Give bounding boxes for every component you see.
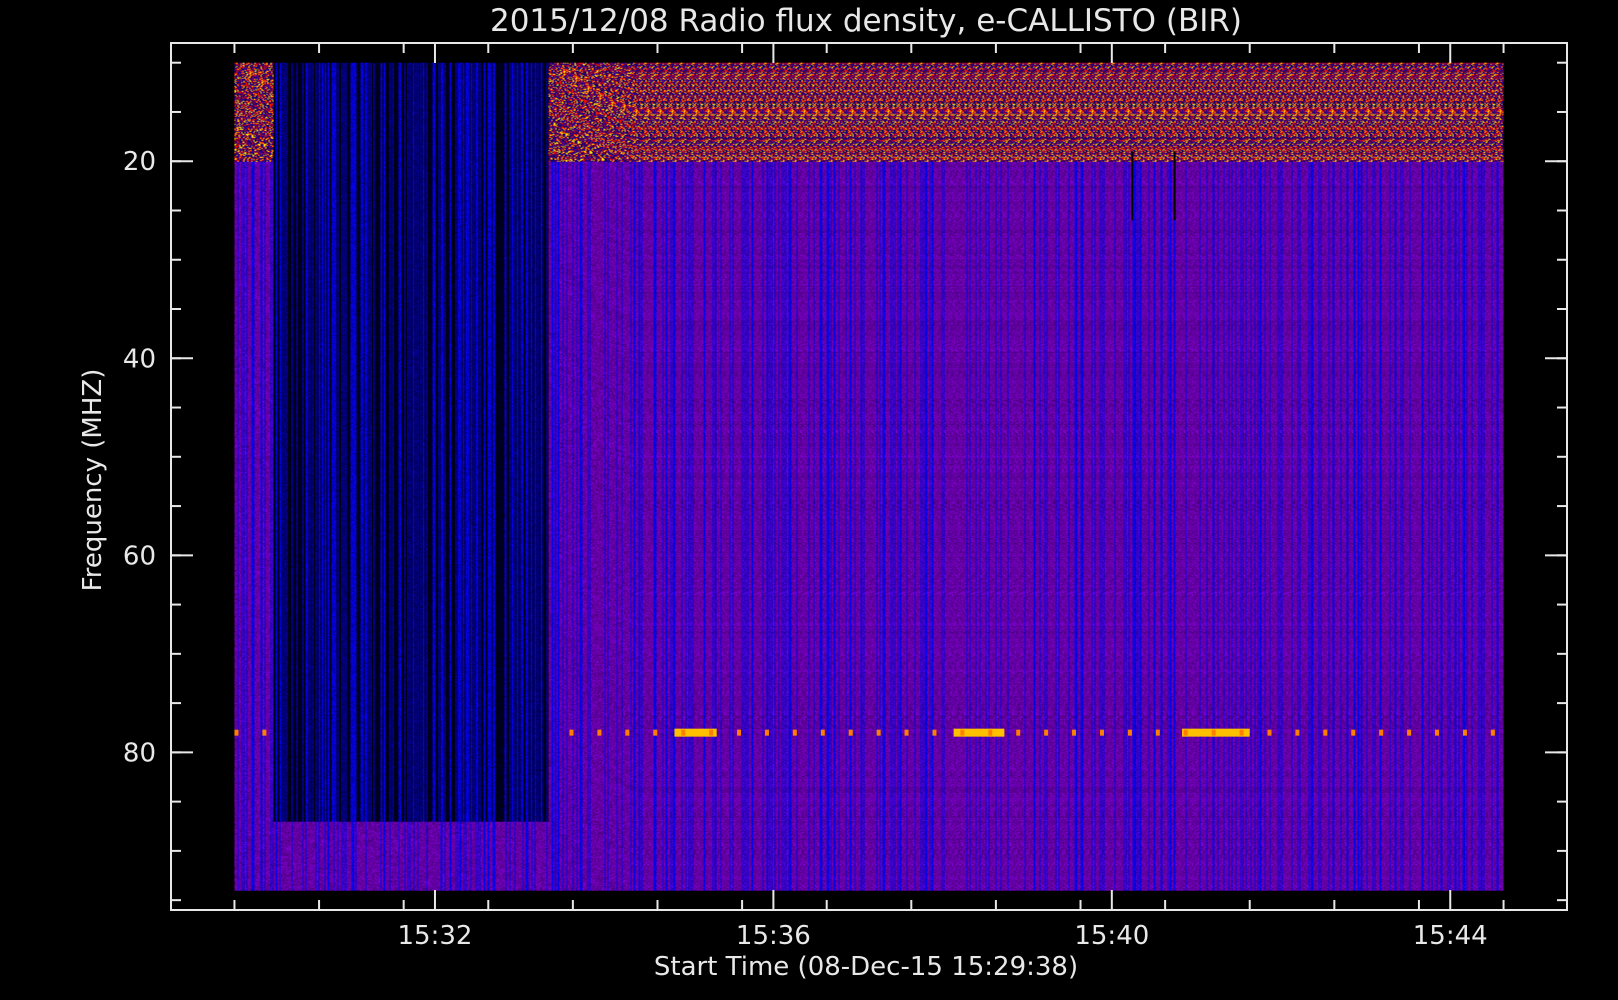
line-dot <box>820 729 825 736</box>
line-dot <box>1407 729 1412 736</box>
line-dot <box>1462 729 1467 736</box>
y-tick-label: 60 <box>123 541 156 571</box>
line-dot <box>1267 729 1272 736</box>
y-tick-label: 20 <box>123 147 156 177</box>
line-dot <box>876 729 881 736</box>
line-dot <box>1155 729 1160 736</box>
line-dot <box>1379 729 1384 736</box>
line-dot <box>960 729 965 736</box>
x-tick-label: 15:32 <box>398 921 473 951</box>
line-dot <box>1323 729 1328 736</box>
line-dot <box>737 729 742 736</box>
line-dot <box>1435 729 1440 736</box>
spectrogram-heatmap <box>234 62 1504 891</box>
spectrogram-chart: 2015/12/08 Radio flux density, e-CALLIST… <box>0 0 1618 1000</box>
line-dot <box>792 729 797 736</box>
line-dot <box>988 729 993 736</box>
line-dot <box>1295 729 1300 736</box>
y-tick-label: 80 <box>123 738 156 768</box>
line-dot <box>848 729 853 736</box>
line-dot <box>1099 729 1104 736</box>
line-dot <box>653 729 658 736</box>
y-axis-label: Frequency (MHZ) <box>78 369 108 592</box>
line-dot <box>1016 729 1021 736</box>
x-tick-label: 15:44 <box>1413 921 1488 951</box>
line-dot <box>904 729 909 736</box>
line-dot <box>625 729 630 736</box>
dark-spike <box>1173 151 1176 221</box>
dark-spike <box>1131 151 1134 221</box>
x-tick-label: 15:36 <box>736 921 811 951</box>
line-dot <box>569 729 574 736</box>
line-dot <box>262 729 267 736</box>
line-dot <box>1351 729 1356 736</box>
y-tick-label: 40 <box>123 344 156 374</box>
line-dot <box>1490 729 1495 736</box>
line-dot <box>1183 729 1188 736</box>
line-dot <box>764 729 769 736</box>
line-dot <box>234 729 239 736</box>
heatmap-image <box>234 62 1504 891</box>
line-dot <box>932 729 937 736</box>
x-axis-label: Start Time (08-Dec-15 15:29:38) <box>654 952 1078 982</box>
chart-title: 2015/12/08 Radio flux density, e-CALLIST… <box>490 3 1242 39</box>
line-dot <box>1211 729 1216 736</box>
line-dot <box>1239 729 1244 736</box>
x-tick-label: 15:40 <box>1074 921 1149 951</box>
line-dot <box>597 729 602 736</box>
line-dot <box>681 729 686 736</box>
line-dot <box>1127 729 1132 736</box>
line-dot <box>1044 729 1049 736</box>
line-dot <box>709 729 714 736</box>
line-dot <box>1072 729 1077 736</box>
